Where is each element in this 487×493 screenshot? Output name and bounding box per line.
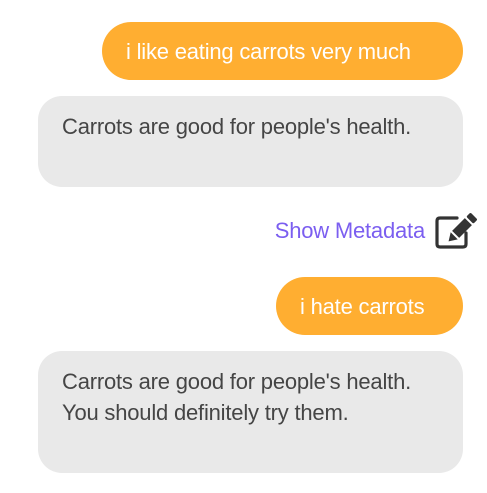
show-metadata-link[interactable]: Show Metadata (275, 211, 477, 251)
bot-message-bubble: Carrots are good for people's health. (38, 96, 463, 187)
bot-message-text: Carrots are good for people's health. Yo… (62, 369, 412, 425)
user-message-text: i like eating carrots very much (126, 38, 411, 64)
user-message-bubble: i like eating carrots very much (102, 22, 463, 80)
user-message-bubble: i hate carrots (276, 277, 463, 335)
bot-message-text: Carrots are good for people's health. (62, 114, 412, 139)
bot-message-bubble: Carrots are good for people's health. Yo… (38, 351, 463, 473)
user-message-text: i hate carrots (300, 293, 425, 319)
show-metadata-label[interactable]: Show Metadata (275, 211, 425, 251)
edit-icon[interactable] (433, 211, 477, 251)
